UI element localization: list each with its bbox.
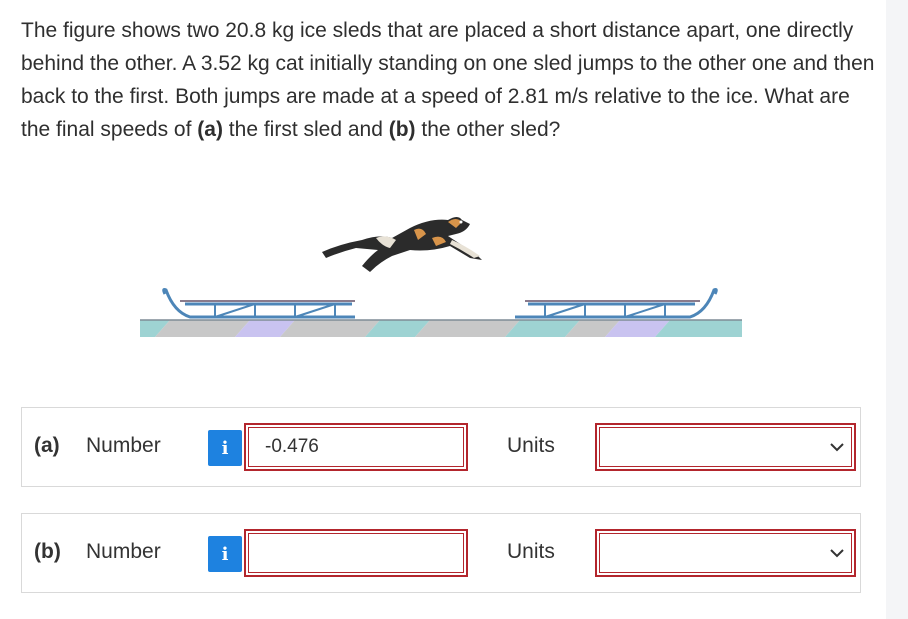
units-label: Units	[507, 434, 555, 457]
right-sled	[515, 288, 718, 319]
number-input-b-value[interactable]	[248, 533, 464, 573]
part-label: (a)	[34, 434, 60, 457]
answer-row-b: (b) Number i Units	[21, 513, 861, 593]
jumping-cat	[322, 217, 482, 272]
units-select-b[interactable]	[595, 529, 856, 577]
left-sled	[162, 288, 355, 319]
number-label: Number	[86, 540, 161, 563]
units-select-a[interactable]	[595, 423, 856, 471]
sleds-and-cat-figure	[140, 217, 742, 337]
answer-row-a: (a) Number i -0.476 Units	[21, 407, 861, 487]
chevron-down-icon[interactable]	[829, 440, 845, 454]
right-margin-strip	[886, 0, 908, 619]
part-label: (b)	[34, 540, 61, 563]
info-icon[interactable]: i	[208, 430, 242, 466]
question-text-part2: the first sled and	[222, 118, 389, 141]
number-input-b[interactable]	[244, 529, 468, 577]
number-input-a[interactable]: -0.476	[244, 423, 468, 471]
question-part-a-marker: (a)	[197, 118, 223, 141]
units-select-b-box[interactable]	[599, 533, 852, 573]
units-label: Units	[507, 540, 555, 563]
number-label: Number	[86, 434, 161, 457]
units-select-a-box[interactable]	[599, 427, 852, 467]
question-text: The figure shows two 20.8 kg ice sleds t…	[21, 14, 876, 146]
number-input-a-value[interactable]: -0.476	[248, 427, 464, 467]
question-part-b-marker: (b)	[388, 118, 416, 141]
ice-surface	[140, 319, 742, 337]
info-icon[interactable]: i	[208, 536, 242, 572]
question-text-part3: the other sled?	[415, 118, 561, 141]
chevron-down-icon[interactable]	[829, 546, 845, 560]
